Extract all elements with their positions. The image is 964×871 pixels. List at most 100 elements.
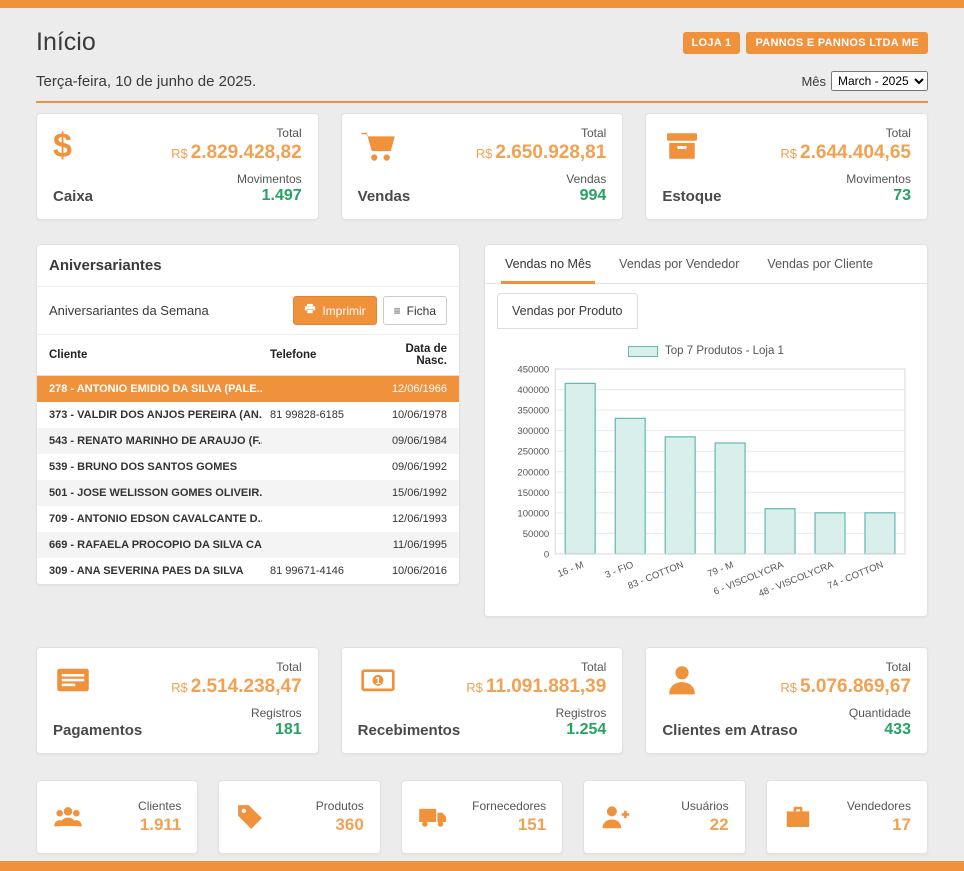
stat-card-pagamentos: Total R$2.514.238,47 Pagamentos Registro… <box>36 647 319 754</box>
client-birthdate: 15/06/1992 <box>372 480 459 506</box>
mini-card-usuarios: Usuários 22 <box>583 780 745 854</box>
chart-legend: Top 7 Produtos - Loja 1 <box>499 345 913 357</box>
person-icon <box>662 660 702 700</box>
table-row[interactable]: 543 - RENATO MARINHO DE ARAUJO (F... 09/… <box>37 428 459 454</box>
bar-chart: 0500001000001500002000002500003000003500… <box>499 363 913 604</box>
card-title: Estoque <box>662 188 721 205</box>
client-phone <box>262 480 372 506</box>
chart-area: Top 7 Produtos - Loja 1 0500001000001500… <box>485 329 927 606</box>
client-name: 709 - ANTONIO EDSON CAVALCANTE D... <box>37 506 262 532</box>
client-birthdate: 12/06/1993 <box>372 506 459 532</box>
total-label: Total <box>780 126 911 140</box>
mini-label: Usuários <box>681 799 728 813</box>
list-icon: ≡ <box>394 305 401 317</box>
svg-text:3 - FIO: 3 - FIO <box>604 560 636 581</box>
mini-card-clientes: Clientes 1.911 <box>36 780 198 854</box>
mini-value: 360 <box>316 815 364 835</box>
count-label: Vendas <box>566 172 606 186</box>
dollar-icon: $ <box>53 126 93 166</box>
svg-text:100000: 100000 <box>517 508 549 519</box>
mini-label: Produtos <box>316 799 364 813</box>
store-badges: LOJA 1 PANNOS E PANNOS LTDA ME <box>683 32 928 54</box>
count-label: Registros <box>251 706 302 720</box>
col-telefone: Telefone <box>262 335 372 376</box>
mini-value: 1.911 <box>138 815 181 835</box>
month-select[interactable]: March - 2025 <box>831 71 928 91</box>
total-amount: R$5.076.869,67 <box>780 676 911 698</box>
amount-value: 2.829.428,82 <box>191 142 302 163</box>
total-amount: R$2.514.238,47 <box>171 676 302 698</box>
ficha-label: Ficha <box>407 304 436 318</box>
table-row[interactable]: 709 - ANTONIO EDSON CAVALCANTE D... 12/0… <box>37 506 459 532</box>
client-birthdate: 12/06/1966 <box>372 376 459 403</box>
stat-card-estoque: Total R$2.644.404,65 Estoque Movimentos … <box>645 113 928 220</box>
printer-icon <box>304 303 316 318</box>
table-row[interactable]: 539 - BRUNO DOS SANTOS GOMES 09/06/1992 <box>37 454 459 480</box>
table-row[interactable]: 501 - JOSE WELISSON GOMES OLIVEIR... 15/… <box>37 480 459 506</box>
amount-value: 2.514.238,47 <box>191 676 302 697</box>
stats-row-2: Total R$2.514.238,47 Pagamentos Registro… <box>36 647 928 754</box>
card-title: Clientes em Atraso <box>662 722 797 739</box>
tab-vendas-por-cliente[interactable]: Vendas por Cliente <box>753 245 887 283</box>
cart-icon <box>358 126 398 166</box>
birthdays-title: Aniversariantes <box>37 245 459 287</box>
svg-text:350000: 350000 <box>517 406 549 417</box>
bottom-accent-bar <box>0 861 964 871</box>
table-header-row: Cliente Telefone Data de Nasc. <box>37 335 459 376</box>
client-birthdate: 09/06/1984 <box>372 428 459 454</box>
birthdays-subtitle: Aniversariantes da Semana <box>49 303 209 318</box>
stat-card-vendas: Total R$2.650.928,81 Vendas Vendas 994 <box>341 113 624 220</box>
current-date: Terça-feira, 10 de junho de 2025. <box>36 73 256 90</box>
company-badge[interactable]: PANNOS E PANNOS LTDA ME <box>746 32 928 54</box>
currency-prefix: R$ <box>476 146 493 161</box>
card-icon <box>53 660 93 700</box>
print-label: Imprimir <box>322 304 365 318</box>
svg-text:16 - M: 16 - M <box>556 560 585 580</box>
mini-card-fornecedores: Fornecedores 151 <box>401 780 563 854</box>
client-phone <box>262 428 372 454</box>
client-phone: 81 99828-6185 <box>262 402 372 428</box>
total-label: Total <box>466 660 606 674</box>
tab-vendas-por-vendedor[interactable]: Vendas por Vendedor <box>605 245 753 283</box>
svg-text:1: 1 <box>375 675 381 687</box>
svg-text:74 - COTTON: 74 - COTTON <box>826 560 885 592</box>
card-title: Vendas <box>358 188 411 205</box>
svg-text:79 - M: 79 - M <box>706 560 735 580</box>
svg-text:250000: 250000 <box>517 447 549 458</box>
card-title: Pagamentos <box>53 722 142 739</box>
client-birthdate: 10/06/2016 <box>372 558 459 584</box>
top-accent-bar <box>0 0 964 8</box>
amount-value: 2.650.928,81 <box>495 142 606 163</box>
table-row[interactable]: 278 - ANTONIO EMIDIO DA SILVA (PALE... 1… <box>37 376 459 403</box>
table-row[interactable]: 669 - RAFAELA PROCOPIO DA SILVA CA... 11… <box>37 532 459 558</box>
client-name: 309 - ANA SEVERINA PAES DA SILVA <box>37 558 262 584</box>
ficha-button[interactable]: ≡ Ficha <box>383 296 447 325</box>
print-button[interactable]: Imprimir <box>293 296 376 325</box>
count-label: Quantidade <box>849 706 911 720</box>
stat-card-recebimentos: 1 Total R$11.091.881,39 Recebimentos Reg… <box>341 647 624 754</box>
tab-vendas-no-mes[interactable]: Vendas no Mês <box>491 245 605 283</box>
stats-row-1: $ Total R$2.829.428,82 Caixa Movimentos … <box>36 113 928 220</box>
stat-card-caixa: $ Total R$2.829.428,82 Caixa Movimentos … <box>36 113 319 220</box>
table-row[interactable]: 309 - ANA SEVERINA PAES DA SILVA 81 9967… <box>37 558 459 584</box>
total-label: Total <box>171 126 302 140</box>
table-row[interactable]: 373 - VALDIR DOS ANJOS PEREIRA (AN... 81… <box>37 402 459 428</box>
svg-text:83 - COTTON: 83 - COTTON <box>626 560 685 592</box>
client-birthdate: 11/06/1995 <box>372 532 459 558</box>
store-badge[interactable]: LOJA 1 <box>683 32 741 54</box>
count-value: 1.254 <box>556 721 607 739</box>
total-amount: R$2.829.428,82 <box>171 142 302 164</box>
total-label: Total <box>171 660 302 674</box>
mini-card-vendedores: Vendedores 17 <box>766 780 928 854</box>
client-birthdate: 10/06/1978 <box>372 402 459 428</box>
currency-prefix: R$ <box>171 680 188 695</box>
client-birthdate: 09/06/1992 <box>372 454 459 480</box>
subtab-vendas-por-produto[interactable]: Vendas por Produto <box>497 293 638 329</box>
currency-prefix: R$ <box>780 146 797 161</box>
sales-subtabs: Vendas por Produto <box>485 284 927 329</box>
box-icon <box>662 126 702 166</box>
people-icon <box>53 802 83 832</box>
client-phone <box>262 532 372 558</box>
currency-prefix: R$ <box>780 680 797 695</box>
page-title: Início <box>36 28 96 57</box>
